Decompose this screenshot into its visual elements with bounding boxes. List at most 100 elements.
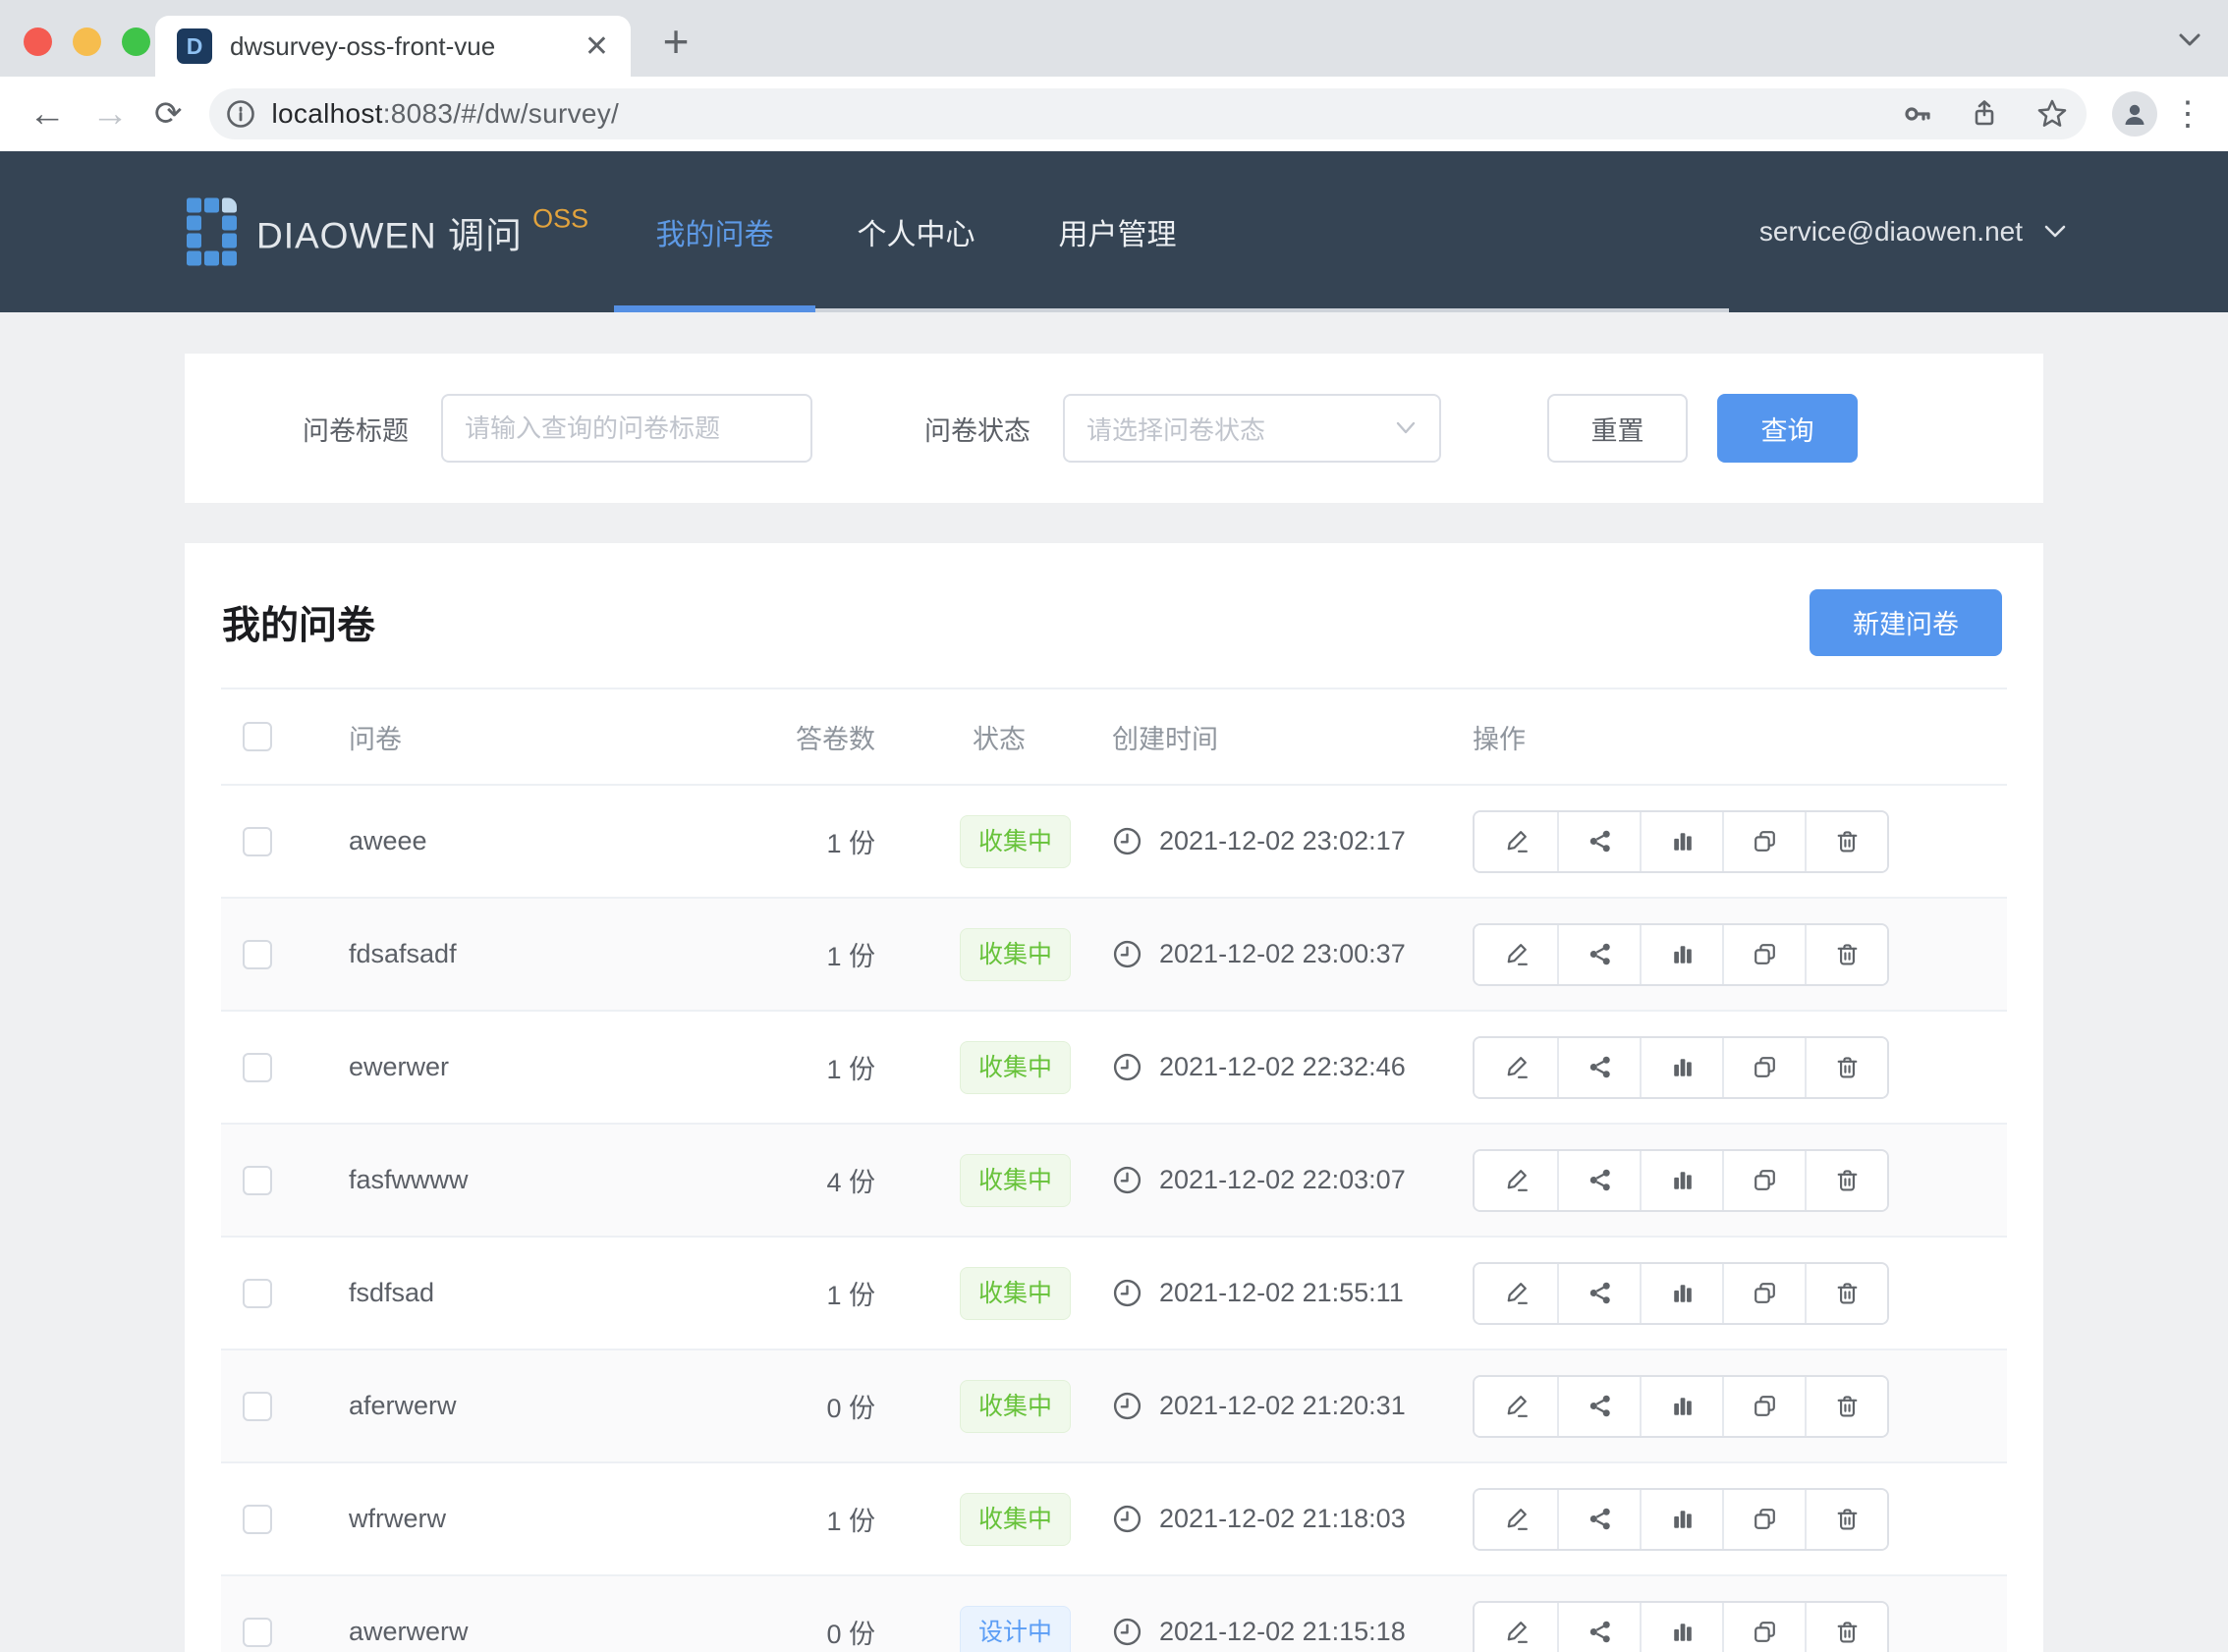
row-checkbox[interactable] [243, 1053, 272, 1082]
bookmark-star-icon[interactable] [2035, 97, 2069, 131]
create-survey-button[interactable]: 新建问卷 [1810, 589, 2002, 656]
stats-button[interactable] [1640, 1151, 1722, 1210]
delete-icon [1832, 939, 1863, 969]
delete-button[interactable] [1805, 1377, 1887, 1436]
share-button[interactable] [1557, 1151, 1640, 1210]
window-chevron-icon[interactable] [2173, 29, 2206, 51]
row-checkbox[interactable] [243, 827, 272, 856]
share-icon [1585, 1617, 1615, 1647]
stats-button[interactable] [1640, 1377, 1722, 1436]
tab-close-icon[interactable]: ✕ [585, 29, 609, 64]
copy-button[interactable] [1722, 1264, 1805, 1323]
row-checkbox[interactable] [243, 940, 272, 969]
reload-button[interactable]: ⟳ [154, 97, 183, 131]
delete-button[interactable] [1805, 1603, 1887, 1652]
share-button[interactable] [1557, 925, 1640, 984]
copy-button[interactable] [1722, 1377, 1805, 1436]
delete-button[interactable] [1805, 1151, 1887, 1210]
copy-button[interactable] [1722, 925, 1805, 984]
share-icon [1585, 1278, 1615, 1308]
edit-button[interactable] [1475, 1490, 1557, 1549]
copy-icon [1750, 1504, 1780, 1534]
new-tab-button[interactable]: + [648, 14, 703, 69]
row-checkbox[interactable] [243, 1618, 272, 1647]
edit-button[interactable] [1475, 1038, 1557, 1097]
chevron-down-icon [2042, 223, 2068, 241]
brand[interactable]: DIAOWEN 调问 OSS [187, 198, 588, 266]
share-button[interactable] [1557, 1038, 1640, 1097]
tab-title: dwsurvey-oss-front-vue [230, 31, 585, 62]
share-button[interactable] [1557, 1264, 1640, 1323]
window-close-button[interactable] [24, 28, 52, 56]
nav-tab-my-surveys[interactable]: 我的问卷 [614, 151, 815, 312]
delete-button[interactable] [1805, 1264, 1887, 1323]
table-row: fasfwwww4 份收集中2021-12-02 22:03:07 [221, 1125, 2007, 1238]
copy-button[interactable] [1722, 1151, 1805, 1210]
select-all-checkbox[interactable] [243, 722, 272, 751]
browser-tab[interactable]: D dwsurvey-oss-front-vue ✕ [155, 16, 631, 77]
stats-button[interactable] [1640, 812, 1722, 871]
browser-toolbar: ← → ⟳ localhost:8083/#/dw/survey/ ⋮ [0, 77, 2228, 151]
edit-button[interactable] [1475, 1603, 1557, 1652]
address-bar[interactable]: localhost:8083/#/dw/survey/ [209, 88, 2088, 139]
stats-button[interactable] [1640, 925, 1722, 984]
share-button[interactable] [1557, 1490, 1640, 1549]
survey-title-input[interactable] [441, 394, 812, 463]
delete-button[interactable] [1805, 1490, 1887, 1549]
reset-button[interactable]: 重置 [1547, 394, 1688, 463]
row-checkbox[interactable] [243, 1166, 272, 1195]
row-checkbox[interactable] [243, 1279, 272, 1308]
forward-button[interactable]: → [91, 95, 129, 133]
stats-button[interactable] [1640, 1603, 1722, 1652]
password-key-icon[interactable] [1902, 98, 1933, 130]
edit-button[interactable] [1475, 1377, 1557, 1436]
browser-menu-icon[interactable]: ⋮ [2171, 94, 2204, 134]
share-page-icon[interactable] [1969, 98, 2000, 130]
share-button[interactable] [1557, 1603, 1640, 1652]
survey-name: aweee [324, 826, 786, 856]
copy-button[interactable] [1722, 1603, 1805, 1652]
account-menu[interactable]: service@diaowen.net [1759, 216, 2068, 248]
row-actions [1473, 1149, 1889, 1212]
copy-button[interactable] [1722, 1038, 1805, 1097]
status-badge: 收集中 [960, 1041, 1071, 1094]
surveys-table: 问卷 答卷数 状态 创建时间 操作 aweee1 份收集中2021-12-02 … [221, 688, 2007, 1652]
copy-button[interactable] [1722, 1490, 1805, 1549]
edit-button[interactable] [1475, 1264, 1557, 1323]
back-button[interactable]: ← [28, 95, 66, 133]
row-checkbox[interactable] [243, 1392, 272, 1421]
delete-button[interactable] [1805, 812, 1887, 871]
browser-profile-avatar[interactable] [2112, 91, 2157, 137]
stats-button[interactable] [1640, 1490, 1722, 1549]
share-button[interactable] [1557, 1377, 1640, 1436]
favicon-icon: D [177, 28, 212, 64]
window-zoom-button[interactable] [122, 28, 150, 56]
stats-button[interactable] [1640, 1038, 1722, 1097]
copy-button[interactable] [1722, 812, 1805, 871]
brand-name: DIAOWEN 调问 [256, 205, 523, 258]
row-checkbox[interactable] [243, 1505, 272, 1534]
edit-button[interactable] [1475, 925, 1557, 984]
share-icon [1585, 939, 1615, 969]
header-survey: 问卷 [324, 718, 786, 756]
window-minimize-button[interactable] [73, 28, 101, 56]
survey-name: fasfwwww [324, 1165, 786, 1195]
survey-name: wfrwerw [324, 1504, 786, 1534]
stats-button[interactable] [1640, 1264, 1722, 1323]
site-info-icon[interactable] [225, 98, 256, 130]
edit-icon [1501, 1165, 1532, 1195]
edit-button[interactable] [1475, 1151, 1557, 1210]
edit-button[interactable] [1475, 812, 1557, 871]
survey-status-select[interactable]: 请选择问卷状态 [1063, 394, 1441, 463]
share-button[interactable] [1557, 812, 1640, 871]
delete-button[interactable] [1805, 925, 1887, 984]
delete-button[interactable] [1805, 1038, 1887, 1097]
nav-tab-personal-center[interactable]: 个人中心 [815, 151, 1017, 312]
nav-tab-user-management[interactable]: 用户管理 [1017, 151, 1218, 312]
table-body: aweee1 份收集中2021-12-02 23:02:17fdsafsadf1… [221, 786, 2007, 1652]
search-button[interactable]: 查询 [1717, 394, 1858, 463]
delete-icon [1832, 1278, 1863, 1308]
nav-tabs: 我的问卷 个人中心 用户管理 [614, 151, 1218, 312]
status-badge: 设计中 [960, 1606, 1071, 1652]
edit-icon [1501, 1052, 1532, 1082]
